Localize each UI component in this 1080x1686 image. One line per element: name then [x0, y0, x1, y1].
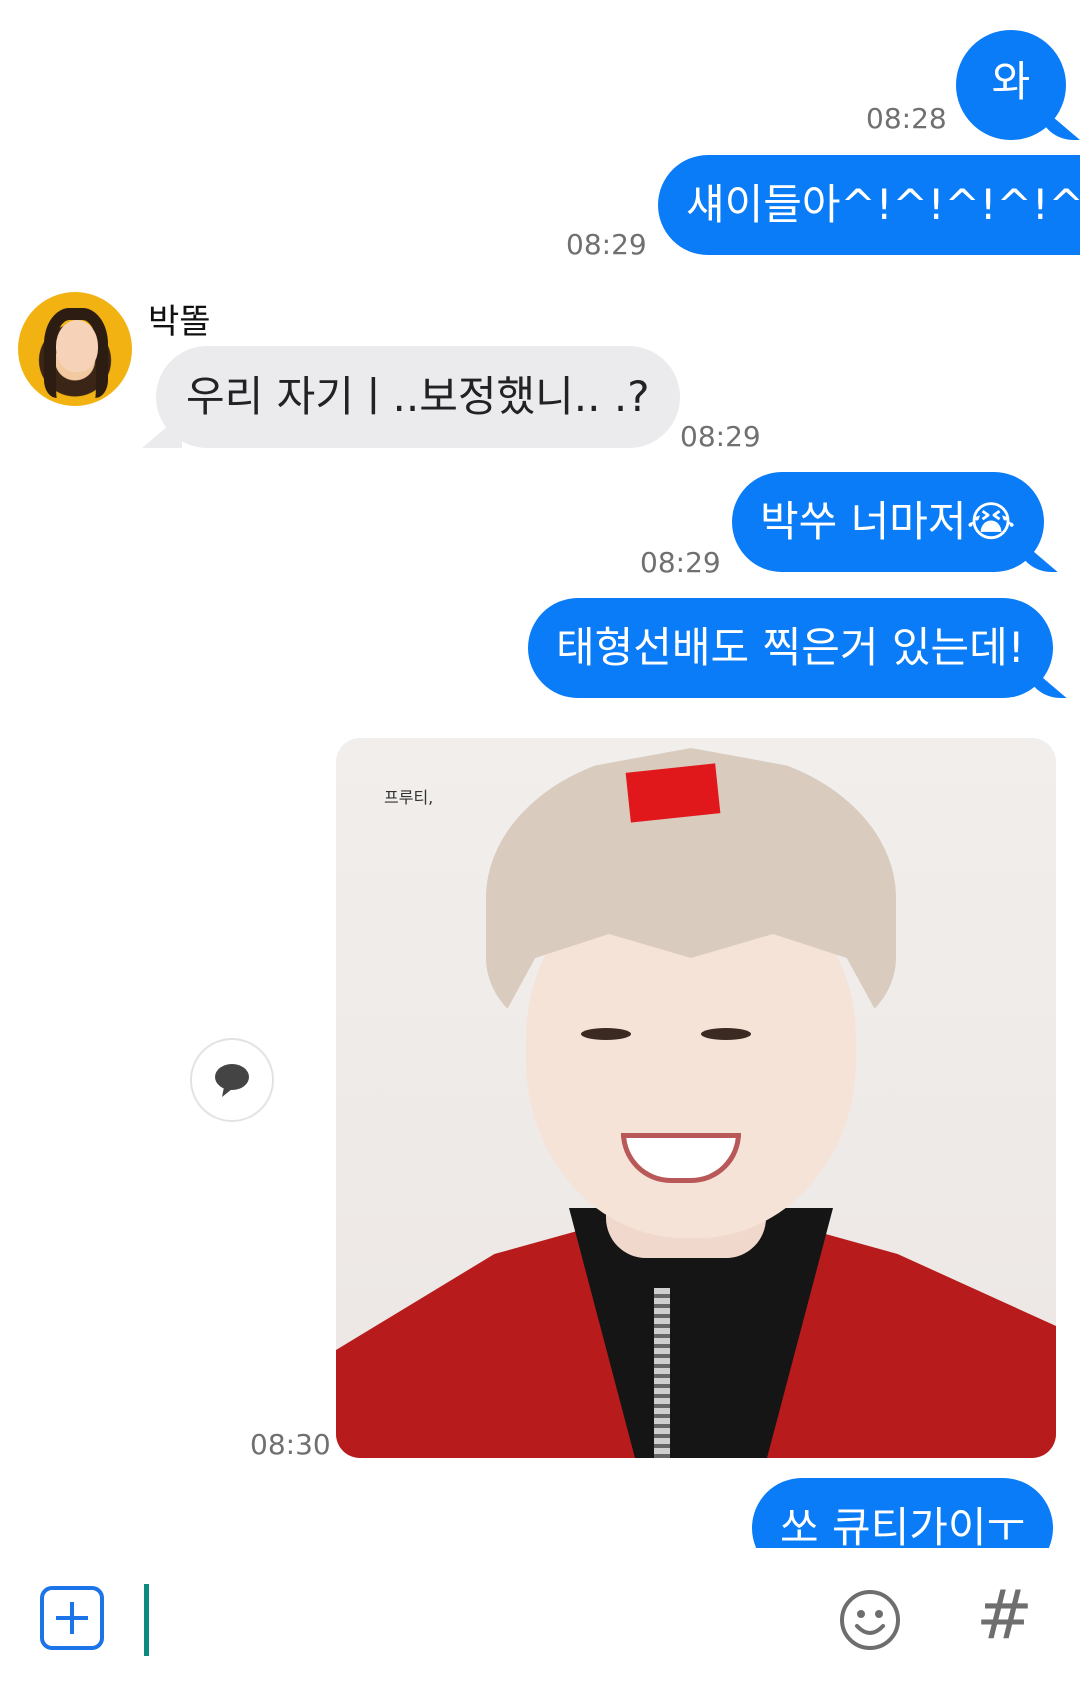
- outgoing-message-bubble[interactable]: 태형선배도 찍은거 있는데!: [528, 598, 1053, 698]
- smiley-icon[interactable]: [838, 1588, 902, 1652]
- photo-right-eye: [701, 1028, 751, 1040]
- photo-watermark: 프루티,: [384, 788, 434, 807]
- sender-avatar[interactable]: [18, 292, 132, 406]
- photo-left-eye: [581, 1028, 631, 1040]
- message-composer: #: [0, 1548, 1080, 1686]
- message-time: 08:28: [866, 102, 947, 135]
- incoming-message-bubble[interactable]: 우리 자기ㅣ..보정했니.. .?: [156, 346, 680, 448]
- outgoing-message-bubble[interactable]: 와: [956, 30, 1066, 140]
- photo-headband: [625, 763, 721, 823]
- message-input-cursor[interactable]: [144, 1584, 149, 1656]
- speech-bubble-icon: [215, 1064, 249, 1097]
- message-time: 08:29: [566, 228, 647, 261]
- shared-photo[interactable]: 프루티,: [336, 738, 1056, 1458]
- photo-zipper: [654, 1288, 670, 1458]
- message-time: 08:29: [640, 546, 721, 579]
- message-time: 08:30: [250, 1428, 331, 1461]
- hashtag-button[interactable]: #: [976, 1576, 1033, 1656]
- message-text: 박쑤 너마저😭: [760, 497, 1016, 546]
- outgoing-message-bubble[interactable]: 쏘 큐티가이ㅜ: [752, 1478, 1054, 1548]
- message-text: 와: [991, 57, 1031, 106]
- outgoing-message-bubble[interactable]: 박쑤 너마저😭: [732, 472, 1044, 572]
- sender-name: 박똘: [148, 302, 211, 342]
- chat-area[interactable]: 와 08:28 섀이들아^!^!^!^!^!^! 08:29 박똘 우리 자기ㅣ…: [0, 0, 1080, 1548]
- message-text: 우리 자기ㅣ..보정했니.. .?: [186, 372, 650, 421]
- outgoing-message-bubble[interactable]: 섀이들아^!^!^!^!^!^!: [658, 155, 1080, 255]
- comment-button[interactable]: [190, 1038, 274, 1122]
- message-text: 쏘 큐티가이ㅜ: [780, 1503, 1026, 1548]
- plus-square-icon[interactable]: [40, 1586, 104, 1650]
- message-time: 08:29: [680, 420, 761, 453]
- message-text: 섀이들아^!^!^!^!^!^!: [686, 180, 1080, 229]
- message-text: 태형선배도 찍은거 있는데!: [556, 623, 1025, 672]
